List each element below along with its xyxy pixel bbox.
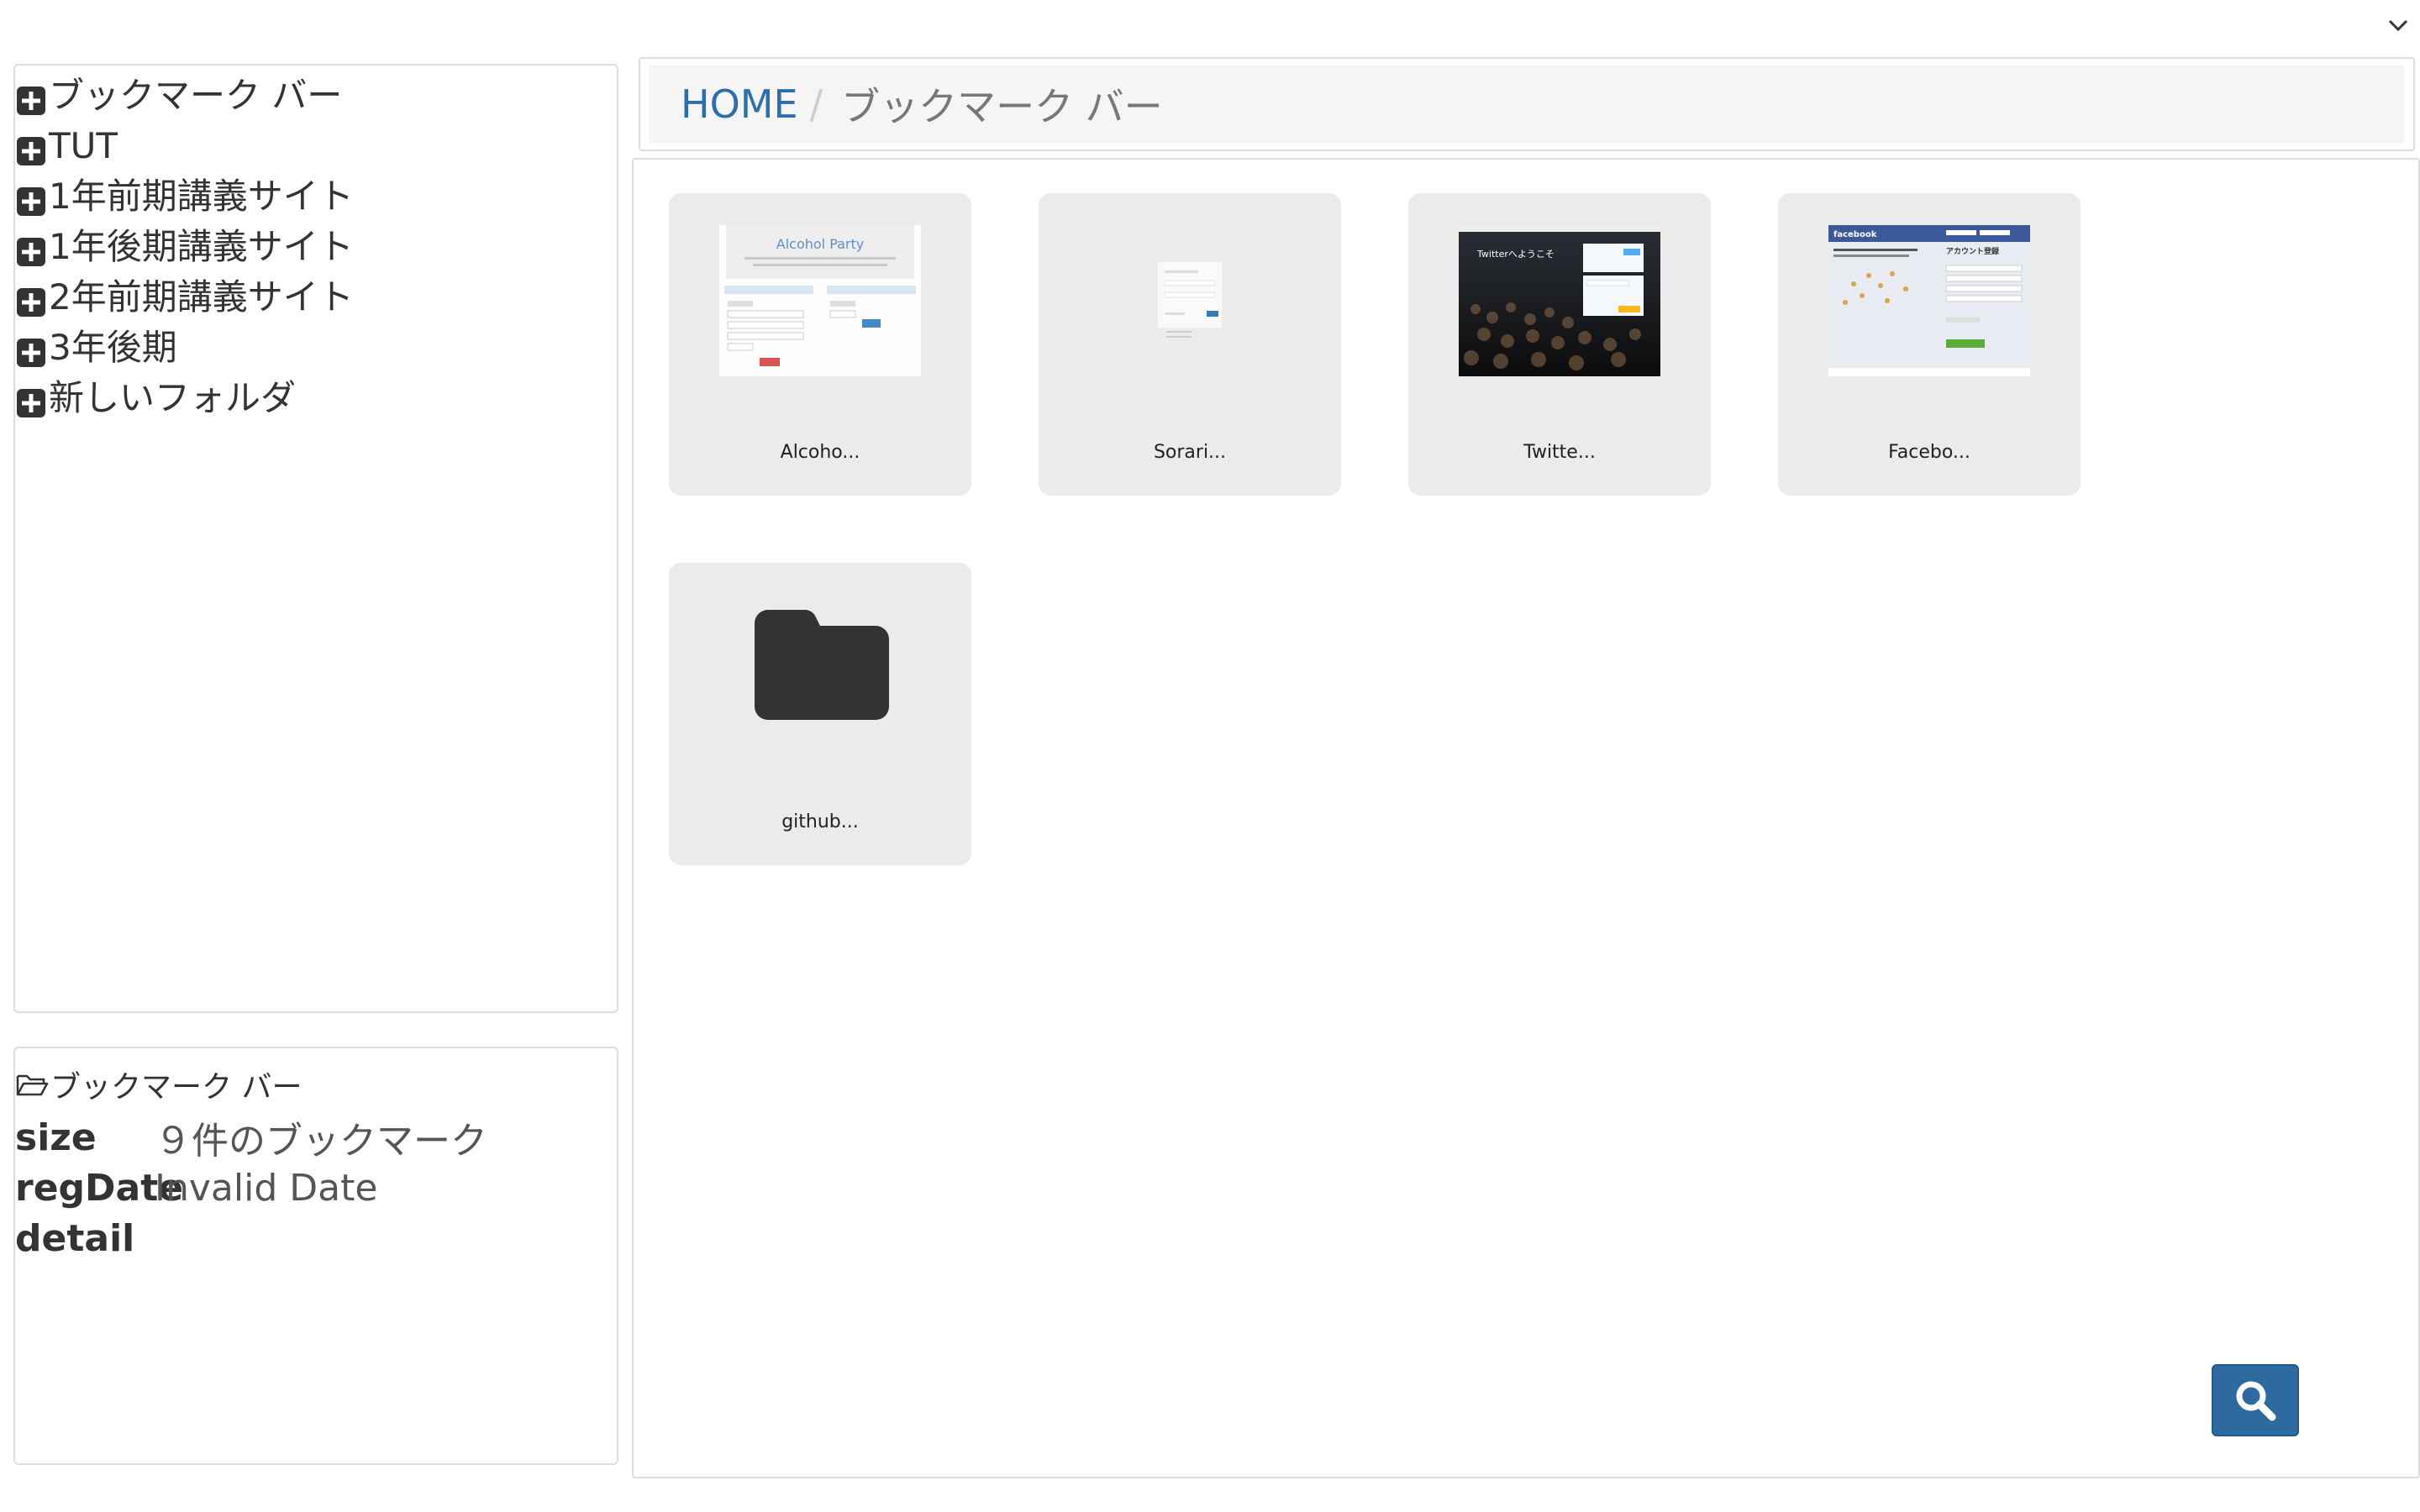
breadcrumb-current: ブックマーク バー [841,84,1163,129]
folder-open-icon [15,1069,49,1100]
facebook-thumb-brand: facebook [1833,230,1877,239]
bookmark-card[interactable]: Alcohol Party Alcoho... [669,193,971,496]
info-value: Invalid Date [155,1166,378,1210]
info-key: regDate [15,1166,184,1210]
breadcrumb-container: HOME / ブックマーク バー [639,57,2415,151]
twitter-thumb-title: Twitterへようこそ [1476,249,1555,260]
bookmark-label: Facebo... [1888,442,1970,463]
info-key: detail [15,1216,135,1260]
search-button[interactable] [2212,1364,2299,1436]
info-folder-name: ブックマーク バー [50,1070,302,1105]
tree-item-label: 1年後期講義サイト [49,226,354,267]
info-folder-title: ブックマーク バー [15,1063,617,1105]
bookmark-thumbnail [1089,225,1291,376]
plus-square-icon[interactable] [15,231,47,266]
tree-item-tut[interactable]: TUT [15,121,617,171]
tree-item-new-folder[interactable]: 新しいフォルダ [15,373,617,423]
bookmark-card[interactable]: Twitterへようこそ Twitte... [1408,193,1711,496]
plus-square-icon[interactable] [15,181,47,216]
info-key: size [15,1116,97,1159]
folder-card[interactable]: github... [669,563,971,865]
breadcrumb: HOME / ブックマーク バー [649,66,2405,143]
tree-item-label: 1年前期講義サイト [49,176,354,217]
bookmark-label: Sorari... [1153,442,1227,463]
tree-item-label: 3年後期 [49,327,177,368]
bookmark-card[interactable]: Sorari... [1039,193,1341,496]
info-row-size: size ９件のブックマーク [15,1112,617,1163]
bookmark-thumbnail: Twitterへようこそ [1459,225,1660,376]
folder-info-panel: ブックマーク バー size ９件のブックマーク regDate Invalid… [13,1047,618,1465]
plus-square-icon[interactable] [15,80,47,115]
folder-tree-panel: ブックマーク バー TUT 1年前期講義サイト 1年後期講義サイト 2年前期講義… [13,64,618,1013]
folder-icon [755,610,889,720]
breadcrumb-home-link[interactable]: HOME [681,81,798,127]
info-value: ９件のブックマーク [155,1120,487,1163]
tree-item-1st-year-first-term[interactable]: 1年前期講義サイト [15,171,617,222]
tree-item-bookmark-bar[interactable]: ブックマーク バー [15,71,617,121]
tree-item-3rd-year-second-term[interactable]: 3年後期 [15,323,617,373]
folder-label: github... [781,811,859,832]
bookmark-thumbnail: Alcohol Party [719,225,921,376]
bookmark-thumbnail: facebook アカウント登録 [1828,225,2030,376]
bookmark-label: Alcoho... [780,442,860,463]
search-icon [2236,1381,2276,1421]
tree-item-label: ブックマーク バー [49,75,343,116]
plus-square-icon[interactable] [15,332,47,367]
plus-square-icon[interactable] [15,281,47,317]
info-row-regdate: regDate Invalid Date [15,1163,617,1213]
breadcrumb-separator: / [809,81,823,127]
plus-square-icon[interactable] [15,130,47,165]
tree-item-2nd-year-first-term[interactable]: 2年前期講義サイト [15,272,617,323]
alcohol-thumb-title: Alcohol Party [776,236,865,252]
tree-item-label: TUT [49,125,118,166]
tree-item-label: 新しいフォルダ [49,377,297,418]
bookmark-grid-panel: Alcohol Party Alcoho... Sorari... Twitte… [632,158,2420,1478]
facebook-thumb-heading: アカウント登録 [1946,246,2000,256]
chevron-down-icon[interactable] [2386,13,2410,37]
tree-item-1st-year-second-term[interactable]: 1年後期講義サイト [15,222,617,272]
tree-item-label: 2年前期講義サイト [49,276,354,318]
bookmark-card[interactable]: facebook アカウント登録 Facebo... [1778,193,2081,496]
info-row-detail: detail [15,1213,617,1263]
plus-square-icon[interactable] [15,382,47,417]
bookmark-label: Twitte... [1523,442,1596,463]
